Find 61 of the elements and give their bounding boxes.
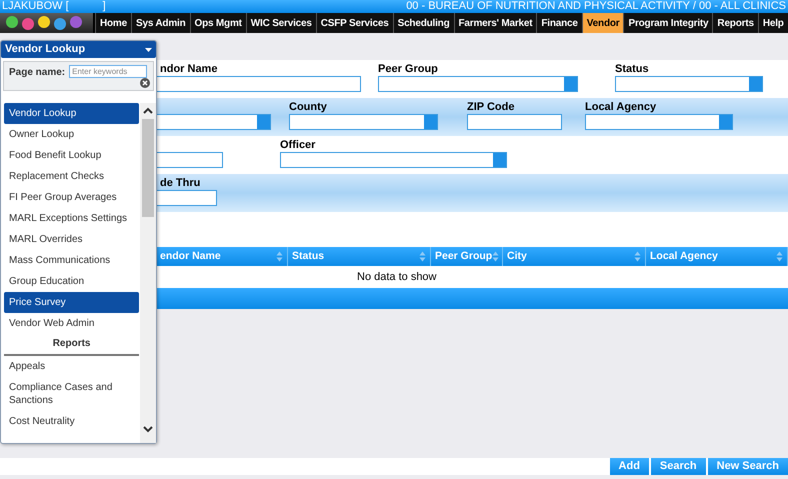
menu-item[interactable]: Compliance Cases and Sanctions bbox=[4, 377, 140, 411]
sort-icon[interactable] bbox=[776, 251, 783, 262]
field-label: ZIP Code bbox=[467, 100, 516, 114]
user-name: LJAKUBOW [ bbox=[2, 0, 69, 13]
menu-item[interactable]: Cost Neutrality bbox=[4, 411, 140, 432]
select-field[interactable] bbox=[289, 114, 438, 130]
select-field[interactable] bbox=[585, 114, 733, 130]
menu-item[interactable]: MARL Exceptions Settings bbox=[4, 208, 140, 229]
field-label: Peer Group bbox=[378, 62, 439, 76]
search-field[interactable]: Enter keywords bbox=[69, 65, 148, 78]
nav-tab[interactable]: Finance bbox=[536, 13, 582, 33]
caret-icon bbox=[145, 48, 152, 52]
menu-heading: Reports bbox=[4, 334, 140, 356]
input-field[interactable] bbox=[467, 114, 562, 130]
scrollbar[interactable] bbox=[140, 103, 156, 443]
menu-item[interactable]: Owner Lookup bbox=[4, 124, 140, 145]
menu-item[interactable]: Mass Communications bbox=[4, 250, 140, 271]
bracket-text: ] bbox=[102, 0, 106, 13]
clear-icon[interactable] bbox=[140, 78, 150, 88]
sort-icon[interactable] bbox=[492, 251, 500, 262]
select-field[interactable] bbox=[280, 152, 507, 168]
nav-tab[interactable]: Help bbox=[758, 13, 788, 33]
menu-item[interactable]: Replacement Checks bbox=[4, 166, 140, 187]
sort-icon[interactable] bbox=[276, 251, 283, 262]
menu-item[interactable]: MARL Overrides bbox=[4, 229, 140, 250]
field-label: Local Agency bbox=[585, 100, 658, 114]
nav-tab[interactable]: CSFP Services bbox=[316, 13, 393, 33]
field-label: ndor Name bbox=[159, 62, 218, 76]
menu-item[interactable]: Group Education bbox=[4, 271, 140, 292]
nav-tab[interactable]: Sys Admin bbox=[130, 13, 190, 33]
nav-tab[interactable]: Reports bbox=[712, 13, 758, 33]
scroll-up-icon[interactable] bbox=[142, 107, 154, 115]
sort-icon[interactable] bbox=[634, 251, 641, 262]
field-label: Status bbox=[615, 62, 650, 76]
logo-icon bbox=[0, 13, 93, 33]
nav-tab[interactable]: Program Integrity bbox=[623, 13, 712, 33]
select-field[interactable] bbox=[615, 76, 763, 92]
scroll-down-icon[interactable] bbox=[142, 425, 154, 433]
sort-icon[interactable] bbox=[419, 251, 426, 262]
nav-tab[interactable]: Ops Mgmt bbox=[190, 13, 246, 33]
menu-title: Vendor Lookup bbox=[5, 42, 86, 58]
nav-tab[interactable]: Scheduling bbox=[392, 13, 454, 33]
menu-item[interactable]: Price Survey bbox=[4, 292, 140, 313]
field-label: County bbox=[289, 100, 328, 114]
field-label: de Thru bbox=[159, 176, 202, 190]
menu-item[interactable]: Vendor Lookup bbox=[4, 103, 140, 124]
nav-tab[interactable]: Home bbox=[95, 13, 131, 33]
menu-item[interactable]: Food Benefit Lookup bbox=[4, 145, 140, 166]
empty-message: No data to show bbox=[357, 270, 436, 285]
nav-tab[interactable]: WIC Services bbox=[246, 13, 316, 33]
select-field[interactable] bbox=[378, 76, 578, 92]
scroll-thumb[interactable] bbox=[142, 119, 154, 217]
menu-item[interactable]: Vendor Web Admin bbox=[4, 313, 140, 334]
filter-label: Page name: bbox=[9, 66, 66, 80]
nav-tab[interactable]: Farmers' Market bbox=[454, 13, 536, 33]
organization-text: 00 - BUREAU OF NUTRITION AND PHYSICAL ACTIVITY / 00 - ALL CLINICS bbox=[406, 0, 786, 13]
menu-item[interactable]: FI Peer Group Averages bbox=[4, 187, 140, 208]
menu-item[interactable]: Appeals bbox=[4, 356, 140, 377]
nav-tab[interactable]: Vendor bbox=[582, 13, 624, 33]
field-label: Officer bbox=[280, 138, 316, 152]
page-menu-header[interactable]: Vendor Lookup bbox=[1, 41, 156, 58]
